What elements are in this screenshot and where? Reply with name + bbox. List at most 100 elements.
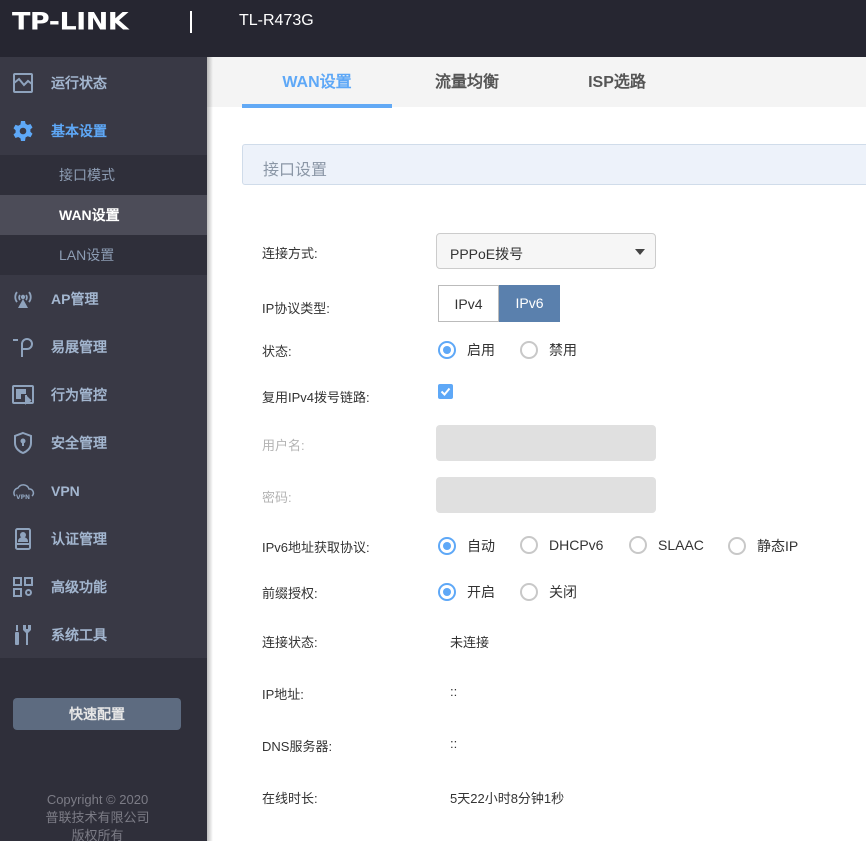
sidebar-item-label: 运行状态 bbox=[51, 75, 107, 91]
radio-dot bbox=[438, 583, 456, 601]
sidebar-item-ap-management[interactable]: AP管理 bbox=[0, 275, 207, 323]
ipv6-proto-static-radio[interactable]: 静态IP bbox=[728, 536, 798, 556]
conn-status-label: 连接状态: bbox=[262, 635, 318, 650]
reuse-ipv4-label: 复用IPv4拨号链路: bbox=[262, 390, 370, 405]
copyright-line: 版权所有 bbox=[71, 828, 124, 843]
radio-label: DHCPv6 bbox=[549, 537, 604, 553]
username-label: 用户名: bbox=[262, 438, 305, 453]
dns-label: DNS服务器: bbox=[262, 739, 333, 754]
ipv6-proto-dhcpv6-radio[interactable]: DHCPv6 bbox=[520, 536, 603, 554]
status-label: 状态: bbox=[262, 344, 292, 359]
sidebar-item-system-tools[interactable]: 系统工具 bbox=[0, 611, 207, 659]
ip-protocol-ipv6-button[interactable]: IPv6 bbox=[499, 285, 560, 322]
shield-icon bbox=[14, 431, 32, 455]
check-icon bbox=[440, 387, 451, 396]
sidebar-item-label: AP管理 bbox=[51, 291, 99, 307]
username-input[interactable] bbox=[436, 425, 656, 461]
prefix-delegation-label: 前缀授权: bbox=[262, 586, 318, 601]
sidebar-subitem-label: 接口模式 bbox=[59, 167, 115, 183]
sidebar-subitem-wan-settings[interactable]: WAN设置 bbox=[0, 195, 207, 235]
quick-config-button[interactable]: 快速配置 bbox=[13, 698, 181, 730]
chart-monitor-icon bbox=[13, 73, 33, 93]
tools-icon bbox=[15, 625, 31, 645]
connection-type-label: 连接方式: bbox=[262, 246, 318, 261]
connection-type-value: PPPoE拨号 bbox=[450, 246, 524, 262]
ip-protocol-ipv4-button[interactable]: IPv4 bbox=[438, 285, 499, 322]
reuse-ipv4-checkbox[interactable] bbox=[438, 384, 453, 399]
sidebar-item-label: 行为管控 bbox=[51, 387, 107, 403]
radio-label: 自动 bbox=[467, 538, 495, 554]
sidebar-subitem-label: LAN设置 bbox=[59, 247, 115, 263]
radio-dot bbox=[438, 537, 456, 555]
sidebar-item-behavior-control[interactable]: 行为管控 bbox=[0, 371, 207, 419]
connection-type-select[interactable]: PPPoE拨号 bbox=[436, 233, 656, 269]
sidebar-item-auth-management[interactable]: 认证管理 bbox=[0, 515, 207, 563]
copyright-line: 普联技术有限公司 bbox=[45, 810, 150, 825]
sidebar-item-label: 认证管理 bbox=[51, 531, 107, 547]
sidebar-item-label: 系统工具 bbox=[51, 627, 107, 643]
sidebar-item-label: 高级功能 bbox=[51, 579, 107, 595]
ip-address-label: IP地址: bbox=[262, 687, 304, 702]
password-input[interactable] bbox=[436, 477, 656, 513]
status-enable-radio[interactable]: 启用 bbox=[438, 340, 495, 360]
radio-dot bbox=[520, 583, 538, 601]
radio-dot bbox=[520, 341, 538, 359]
behavior-control-icon bbox=[12, 385, 34, 405]
status-disable-radio[interactable]: 禁用 bbox=[520, 340, 577, 360]
chevron-down-icon bbox=[635, 249, 645, 255]
conn-status-value: 未连接 bbox=[450, 635, 490, 650]
sidebar-shadow bbox=[207, 57, 213, 841]
sidebar-item-basic-settings[interactable]: 基本设置 bbox=[0, 107, 207, 155]
sidebar-subitem-lan-settings[interactable]: LAN设置 bbox=[0, 235, 207, 275]
brand-logo: TP-LINK bbox=[12, 8, 129, 36]
section-header: 接口设置 bbox=[242, 144, 866, 185]
sidebar: 运行状态 基本设置 接口模式 WAN设置 LAN设置 AP管理 易展管理 行为管… bbox=[0, 57, 207, 843]
sidebar-item-label: 易展管理 bbox=[51, 339, 107, 355]
prefix-delegation-off-radio[interactable]: 关闭 bbox=[520, 582, 577, 602]
top-bar: TP-LINK TL-R473G bbox=[0, 0, 866, 57]
radio-dot bbox=[728, 537, 746, 555]
tab-bar: WAN设置 流量均衡 ISP选路 bbox=[207, 57, 866, 108]
gear-icon bbox=[13, 121, 33, 141]
device-model: TL-R473G bbox=[239, 12, 314, 29]
sidebar-item-label: 基本设置 bbox=[51, 123, 107, 139]
ip-protocol-label: IP协议类型: bbox=[262, 301, 330, 316]
sidebar-subitem-label: WAN设置 bbox=[59, 207, 120, 223]
sidebar-item-label: VPN bbox=[51, 483, 80, 499]
sidebar-footer: 快速配置 Copyright © 2020 普联技术有限公司 版权所有 bbox=[0, 658, 207, 843]
radio-dot bbox=[520, 536, 538, 554]
ipv6-proto-slaac-radio[interactable]: SLAAC bbox=[629, 536, 704, 554]
sidebar-item-security[interactable]: 安全管理 bbox=[0, 419, 207, 467]
online-time-label: 在线时长: bbox=[262, 791, 318, 806]
sidebar-item-advanced[interactable]: 高级功能 bbox=[0, 563, 207, 611]
radio-dot bbox=[629, 536, 647, 554]
sidebar-item-status[interactable]: 运行状态 bbox=[0, 59, 207, 107]
radio-label: SLAAC bbox=[658, 537, 704, 553]
copyright-line: Copyright © 2020 bbox=[46, 792, 149, 807]
sidebar-subitem-interface-mode[interactable]: 接口模式 bbox=[0, 155, 207, 195]
radio-label: 静态IP bbox=[757, 538, 799, 554]
header-divider bbox=[190, 11, 192, 33]
sidebar-item-vpn[interactable]: VPN VPN bbox=[0, 467, 207, 515]
ipv6-proto-label: IPv6地址获取协议: bbox=[262, 540, 370, 555]
dns-value: :: bbox=[450, 736, 458, 751]
copyright: Copyright © 2020 普联技术有限公司 版权所有 bbox=[0, 791, 195, 845]
grid-gear-icon bbox=[13, 577, 33, 597]
tab-wan-settings[interactable]: WAN设置 bbox=[242, 57, 392, 108]
prefix-delegation-on-radio[interactable]: 开启 bbox=[438, 582, 495, 602]
section-title: 接口设置 bbox=[263, 162, 328, 179]
sidebar-item-easy-mesh[interactable]: 易展管理 bbox=[0, 323, 207, 371]
svg-text:VPN: VPN bbox=[16, 494, 30, 501]
radio-dot bbox=[438, 341, 456, 359]
easy-mesh-icon bbox=[13, 338, 33, 357]
online-time-value: 5天22小时8分钟1秒 bbox=[450, 791, 565, 806]
auth-device-icon bbox=[15, 528, 31, 550]
password-label: 密码: bbox=[262, 490, 292, 505]
wireless-ap-icon bbox=[14, 291, 32, 308]
tab-load-balance[interactable]: 流量均衡 bbox=[407, 57, 527, 107]
tab-isp-routing[interactable]: ISP选路 bbox=[557, 57, 677, 107]
ipv6-proto-auto-radio[interactable]: 自动 bbox=[438, 536, 495, 556]
ip-address-value: :: bbox=[450, 684, 458, 699]
radio-label: 禁用 bbox=[549, 342, 577, 358]
radio-label: 启用 bbox=[467, 342, 495, 358]
